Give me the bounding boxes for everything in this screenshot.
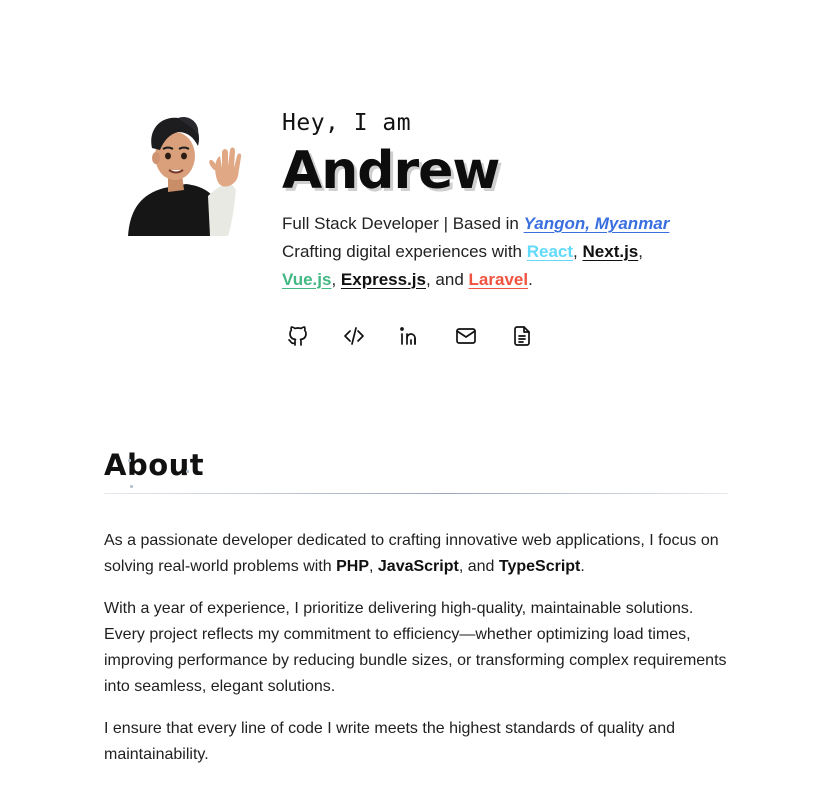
section-divider bbox=[104, 493, 728, 494]
email-button[interactable] bbox=[448, 320, 504, 352]
resume-button[interactable] bbox=[504, 320, 560, 352]
github-icon bbox=[288, 326, 307, 346]
period: . bbox=[580, 558, 585, 575]
hero-bio: Full Stack Developer | Based in Yangon, … bbox=[282, 210, 752, 294]
comma-sep: , bbox=[331, 270, 337, 289]
about-paragraph-2: With a year of experience, I prioritize … bbox=[104, 600, 727, 695]
greeting: Hey, I am bbox=[282, 110, 412, 136]
and-text: , and bbox=[425, 270, 469, 289]
hero-name: Andrew bbox=[282, 141, 500, 201]
about-paragraph-1: As a passionate developer dedicated to c… bbox=[104, 528, 734, 580]
hero-section: Hey, I am Andrew Full Stack Developer | … bbox=[282, 108, 752, 352]
expressjs-link[interactable]: Express.js bbox=[341, 270, 426, 289]
and-text: , and bbox=[458, 558, 499, 575]
linkedin-icon bbox=[400, 327, 416, 345]
bio-crafting-text: Crafting digital experiences with bbox=[282, 242, 527, 261]
location-link[interactable]: Yangon, Myanmar bbox=[524, 214, 670, 233]
about-heading: About bbox=[104, 448, 205, 482]
vuejs-link[interactable]: Vue.js bbox=[282, 270, 331, 289]
mail-icon bbox=[456, 328, 476, 344]
comma-sep: , bbox=[573, 242, 578, 261]
sep: , bbox=[369, 558, 378, 575]
avatar bbox=[124, 112, 246, 238]
projects-button[interactable] bbox=[336, 320, 392, 352]
resume-icon bbox=[514, 326, 530, 346]
sparkle-dot bbox=[130, 485, 133, 488]
github-button[interactable] bbox=[280, 320, 336, 352]
sparkle-dot bbox=[186, 470, 189, 473]
code-icon bbox=[344, 327, 364, 345]
about-paragraph-3: I ensure that every line of code I write… bbox=[104, 720, 675, 763]
laravel-link[interactable]: Laravel bbox=[469, 270, 529, 289]
skill-typescript: TypeScript bbox=[498, 558, 581, 575]
about-content: As a passionate developer dedicated to c… bbox=[104, 528, 734, 784]
sparkle-dot bbox=[128, 459, 131, 462]
skill-php: PHP bbox=[336, 558, 369, 575]
bio-role-text: Full Stack Developer | Based in bbox=[282, 214, 524, 233]
react-link[interactable]: React bbox=[527, 242, 573, 261]
linkedin-button[interactable] bbox=[392, 320, 448, 352]
period: . bbox=[528, 270, 533, 289]
skill-javascript: JavaScript bbox=[377, 558, 459, 575]
comma-sep: , bbox=[638, 242, 643, 261]
social-links bbox=[280, 320, 752, 352]
nextjs-link[interactable]: Next.js bbox=[583, 242, 639, 261]
